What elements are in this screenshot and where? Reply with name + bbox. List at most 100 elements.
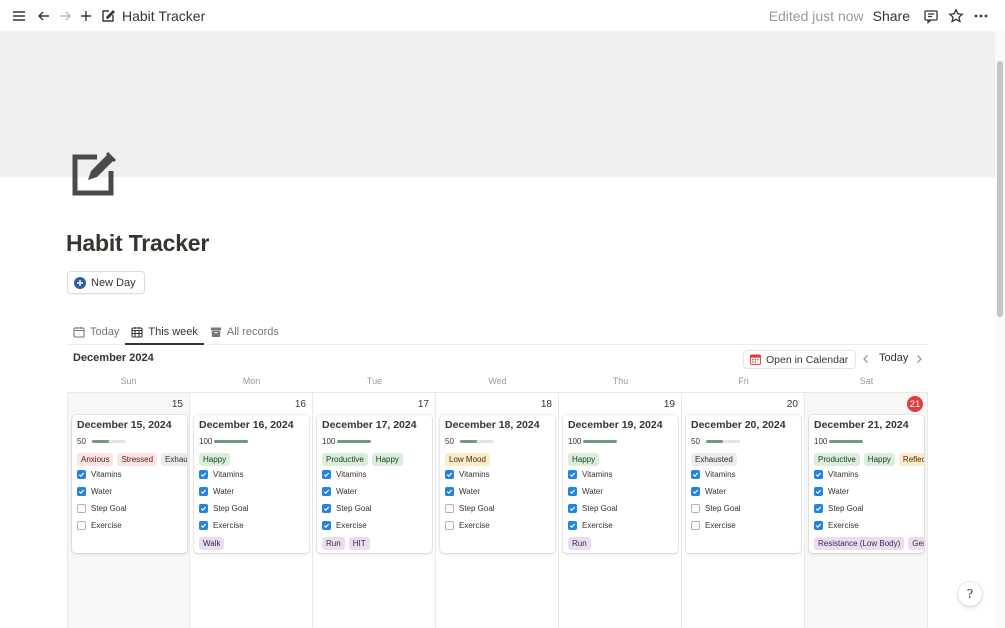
habit-water: Water [322, 487, 357, 496]
habit-label: Water [582, 487, 604, 496]
unchecked-checkbox[interactable] [691, 504, 700, 513]
top-bar: Habit Tracker Edited just now Share [0, 0, 1005, 31]
day-cell[interactable]: 21 December 21, 2024 100 Productive Happy Ref… [805, 393, 928, 628]
checked-checkbox[interactable] [691, 470, 700, 479]
unchecked-checkbox[interactable] [77, 521, 86, 530]
breadcrumb-title[interactable]: Habit Tracker [122, 8, 205, 24]
checked-checkbox[interactable] [77, 487, 86, 496]
favorite-star-icon[interactable] [947, 7, 965, 25]
new-page-plus-icon[interactable] [76, 6, 96, 26]
day-cell[interactable]: 16 December 16, 2024 100 Happy Vitamins Water… [190, 393, 313, 628]
checked-checkbox[interactable] [322, 521, 331, 530]
new-day-button[interactable]: New Day [67, 271, 145, 294]
day-record-card[interactable]: December 15, 2024 50 AnxiousStressedExhaus… [72, 415, 187, 553]
habit-label: Vitamins [582, 470, 613, 479]
checked-checkbox[interactable] [199, 521, 208, 530]
page-scrollbar[interactable] [995, 31, 1005, 628]
day-record-card[interactable]: December 17, 2024 100 Productive Happy Vitam… [317, 415, 432, 553]
tab-this-week-label: This week [148, 326, 198, 338]
progress-value: 100 [568, 437, 582, 446]
plus-circle-icon [74, 276, 86, 289]
checked-checkbox[interactable] [199, 504, 208, 513]
day-cell[interactable]: 15 December 15, 2024 50 Anxious Stressed Exha… [67, 393, 190, 628]
habit-exercise: Exercise [199, 521, 244, 530]
tab-today[interactable]: Today [67, 320, 125, 344]
habit-step-goal: Step Goal [77, 504, 127, 513]
checked-checkbox[interactable] [445, 487, 454, 496]
scrollbar-thumb[interactable] [997, 61, 1003, 317]
mood-tag: Exhausted [161, 453, 187, 466]
tab-today-label: Today [90, 326, 120, 338]
weekday-label: Tue [366, 376, 383, 386]
habit-label: Vitamins [336, 470, 367, 479]
share-button[interactable]: Share [873, 8, 910, 24]
habit-step-goal: Step Goal [322, 504, 372, 513]
day-record-card[interactable]: December 16, 2024 100 Happy Vitamins Water St… [194, 415, 309, 553]
activity-tags: Walk [199, 537, 225, 550]
checked-checkbox[interactable] [814, 470, 823, 479]
weekday-label: Fri [738, 376, 749, 386]
habit-step-goal: Step Goal [814, 504, 864, 513]
day-record-card[interactable]: December 21, 2024 100 Productive Happy Refle… [809, 415, 924, 553]
checked-checkbox[interactable] [814, 487, 823, 496]
card-title: December 17, 2024 [322, 419, 417, 431]
today-button[interactable]: Today [879, 352, 908, 364]
unchecked-checkbox[interactable] [445, 521, 454, 530]
checked-checkbox[interactable] [568, 470, 577, 479]
unchecked-checkbox[interactable] [445, 504, 454, 513]
forward-arrow-icon[interactable] [55, 6, 75, 26]
mood-tags: Low Mood [445, 453, 490, 466]
habit-water: Water [77, 487, 112, 496]
checked-checkbox[interactable] [322, 470, 331, 479]
checked-checkbox[interactable] [199, 487, 208, 496]
back-arrow-icon[interactable] [34, 6, 54, 26]
unchecked-checkbox[interactable] [77, 504, 86, 513]
open-in-calendar-button[interactable]: Open in Calendar [743, 350, 857, 369]
progress-bar [706, 440, 740, 443]
checked-checkbox[interactable] [322, 504, 331, 513]
tab-this-week[interactable]: This week [125, 320, 204, 345]
progress-fill [829, 440, 863, 443]
day-cell[interactable]: 18 December 18, 2024 50 Low Mood Vitamins Wat… [436, 393, 559, 628]
progress-value: 50 [445, 437, 454, 446]
day-cell[interactable]: 17 December 17, 2024 100 Productive Happy Vit… [313, 393, 436, 628]
help-button[interactable]: ? [958, 582, 982, 606]
help-icon: ? [966, 587, 974, 601]
checked-checkbox[interactable] [814, 504, 823, 513]
checked-checkbox[interactable] [814, 521, 823, 530]
more-options-icon[interactable] [972, 7, 990, 25]
day-record-card[interactable]: December 19, 2024 100 Happy Vitamins Water St… [563, 415, 678, 553]
today-date-badge: 21 [907, 396, 923, 412]
checked-checkbox[interactable] [568, 521, 577, 530]
habit-label: Water [91, 487, 113, 496]
activity-tag: Run [568, 537, 591, 550]
progress-value: 50 [77, 437, 86, 446]
day-record-card[interactable]: December 20, 2024 50 Exhausted Vitamins Wate… [686, 415, 801, 553]
weekday-label: Thu [612, 376, 629, 386]
card-title: December 16, 2024 [199, 419, 294, 431]
checked-checkbox[interactable] [322, 487, 331, 496]
checked-checkbox[interactable] [568, 504, 577, 513]
comments-icon[interactable] [922, 7, 940, 25]
tab-all-records[interactable]: All records [204, 320, 285, 344]
day-cell[interactable]: 19 December 19, 2024 100 Happy Vitamins Water… [559, 393, 682, 628]
progress-value: 100 [199, 437, 213, 446]
mood-tags: Productive Happy [322, 453, 403, 466]
checked-checkbox[interactable] [445, 470, 454, 479]
previous-week-chevron-icon[interactable] [859, 352, 873, 366]
day-record-card[interactable]: December 18, 2024 50 Low Mood Vitamins Water… [440, 415, 555, 553]
edited-status: Edited just now [768, 7, 864, 24]
unchecked-checkbox[interactable] [691, 521, 700, 530]
page-edit-icon[interactable] [70, 150, 118, 198]
progress-fill [706, 440, 723, 443]
day-cell[interactable]: 20 December 20, 2024 50 Exhausted Vitamins Wa… [682, 393, 805, 628]
checked-checkbox[interactable] [77, 470, 86, 479]
checked-checkbox[interactable] [199, 470, 208, 479]
next-week-chevron-icon[interactable] [912, 352, 926, 366]
checked-checkbox[interactable] [568, 487, 577, 496]
checked-checkbox[interactable] [691, 487, 700, 496]
habit-label: Exercise [213, 521, 244, 530]
page-title[interactable]: Habit Tracker [66, 230, 209, 257]
card-title: December 20, 2024 [691, 419, 786, 431]
sidebar-menu-icon[interactable] [9, 6, 29, 26]
